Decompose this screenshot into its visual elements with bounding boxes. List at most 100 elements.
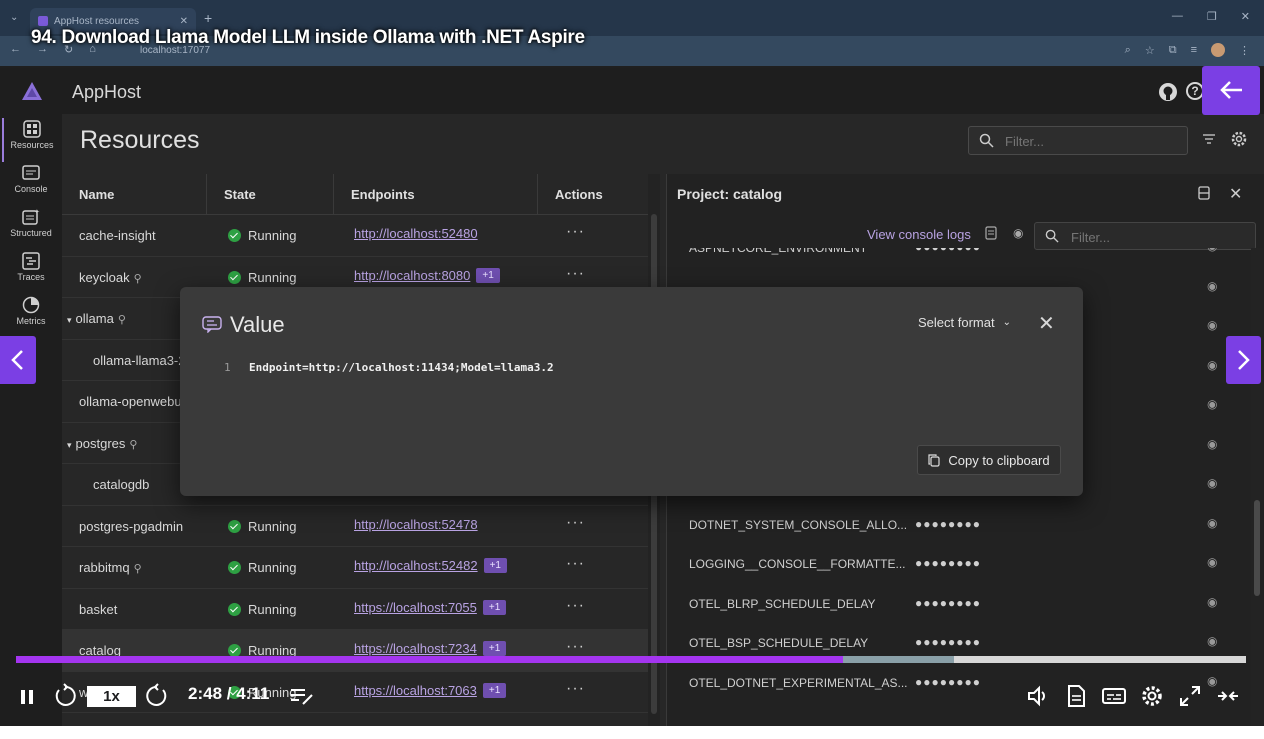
scroll-thumb[interactable] bbox=[1254, 500, 1260, 596]
gear-icon[interactable] bbox=[1230, 130, 1248, 148]
more-actions-icon[interactable]: ··· bbox=[566, 265, 585, 283]
copy-to-clipboard-button[interactable]: Copy to clipboard bbox=[917, 445, 1061, 475]
column-header[interactable]: State bbox=[207, 174, 334, 215]
details-filter[interactable] bbox=[1034, 222, 1256, 250]
side-nav: Resources Console ✦ Structured Traces Me… bbox=[0, 114, 62, 726]
name-cell: ollama-llama3-2 bbox=[93, 353, 185, 368]
eye-icon[interactable]: ◉ bbox=[1207, 476, 1217, 490]
table-row[interactable]: postgres-pgadmin Running http://localhost:… bbox=[62, 506, 648, 547]
chevron-left-icon bbox=[11, 350, 23, 370]
endpoint-link[interactable]: http://localhost:52482 bbox=[354, 558, 478, 573]
maximize-icon[interactable]: ❐ bbox=[1207, 10, 1217, 23]
back-icon[interactable]: ← bbox=[10, 43, 21, 56]
pin-icon: ⚲ bbox=[133, 563, 142, 575]
profile-avatar[interactable] bbox=[1211, 43, 1225, 57]
resource-name: postgres bbox=[75, 435, 126, 451]
pause-icon[interactable] bbox=[18, 688, 36, 706]
eye-icon[interactable]: ◉ bbox=[1207, 248, 1217, 253]
more-actions-icon[interactable]: ··· bbox=[566, 638, 585, 656]
view-console-logs-link[interactable]: View console logs bbox=[867, 227, 971, 242]
state-text: Running bbox=[248, 269, 297, 285]
eye-icon[interactable]: ◉ bbox=[1207, 318, 1217, 332]
more-actions-icon[interactable]: ··· bbox=[566, 514, 585, 532]
next-lecture-button[interactable] bbox=[1226, 336, 1261, 384]
github-icon[interactable] bbox=[1158, 82, 1178, 102]
bookmark-star-icon[interactable]: ☆ bbox=[1145, 44, 1155, 57]
check-circle-icon bbox=[228, 519, 241, 533]
forward-icon[interactable] bbox=[146, 683, 170, 709]
eye-icon[interactable]: ◉ bbox=[1207, 516, 1217, 530]
select-format-dropdown[interactable]: Select format ⌄ bbox=[918, 315, 1011, 330]
split-view-icon[interactable] bbox=[1197, 186, 1211, 200]
browser-tab-title: AppHost resources bbox=[54, 15, 140, 27]
filter-icon[interactable] bbox=[1202, 132, 1216, 146]
eye-icon[interactable]: ◉ bbox=[1207, 634, 1217, 648]
volume-icon[interactable] bbox=[1026, 684, 1050, 708]
browser-menu-icon[interactable]: ⋮ bbox=[1239, 44, 1250, 57]
table-row[interactable]: cache-insight Running http://localhost:524… bbox=[62, 215, 648, 257]
more-actions-icon[interactable]: ··· bbox=[566, 223, 585, 241]
eye-icon[interactable]: ◉ bbox=[1013, 226, 1023, 240]
endpoint-link[interactable]: http://localhost:52480 bbox=[354, 226, 478, 241]
value-dialog: Value Select format ⌄ ✕ 1 Endpoint=http:… bbox=[180, 287, 1083, 496]
more-endpoints-badge[interactable]: +1 bbox=[482, 599, 507, 615]
eye-icon[interactable]: ◉ bbox=[1207, 279, 1217, 293]
new-tab-icon[interactable]: + bbox=[204, 10, 212, 26]
value-text[interactable]: Endpoint=http://localhost:11434;Model=ll… bbox=[249, 361, 554, 374]
endpoint-link[interactable]: https://localhost:7234 bbox=[354, 641, 477, 656]
details-search-input[interactable] bbox=[1071, 228, 1241, 246]
more-endpoints-badge[interactable]: +1 bbox=[482, 641, 507, 656]
table-row[interactable]: rabbitmq ⚲ Running http://localhost:52482 +1… bbox=[62, 547, 648, 589]
nav-resources[interactable]: Resources bbox=[2, 118, 60, 162]
minimize-icon[interactable]: — bbox=[1172, 10, 1183, 23]
table-row[interactable]: catalog Running https://localhost:7234 +1 ··… bbox=[62, 630, 648, 672]
fullscreen-icon[interactable] bbox=[1178, 684, 1202, 708]
dialog-close-icon[interactable]: ✕ bbox=[1038, 311, 1055, 336]
tab-search-icon[interactable]: ⌄ bbox=[10, 12, 18, 23]
window-close-icon[interactable]: ✕ bbox=[1241, 10, 1250, 23]
playback-speed-button[interactable]: 1x bbox=[87, 686, 136, 707]
video-progress-bar[interactable] bbox=[16, 656, 1246, 663]
eye-icon[interactable]: ◉ bbox=[1207, 437, 1217, 451]
state-cell: Running bbox=[228, 602, 296, 617]
more-actions-icon[interactable]: ··· bbox=[566, 555, 585, 573]
endpoint-link[interactable]: http://localhost:8080 bbox=[354, 268, 470, 283]
more-actions-icon[interactable]: ··· bbox=[566, 597, 585, 615]
back-arrow-button[interactable] bbox=[1202, 66, 1260, 115]
search-input[interactable] bbox=[1005, 132, 1175, 150]
endpoint-link[interactable]: https://localhost:7055 bbox=[354, 600, 477, 615]
tab-close-icon[interactable]: ✕ bbox=[180, 16, 188, 27]
more-endpoints-badge[interactable]: +1 bbox=[476, 267, 500, 283]
column-header[interactable]: Endpoints bbox=[334, 174, 538, 215]
eye-icon[interactable]: ◉ bbox=[1207, 358, 1217, 372]
nav-metrics[interactable]: Metrics bbox=[2, 294, 60, 338]
nav-traces[interactable]: Traces bbox=[2, 250, 60, 294]
nav-structured[interactable]: ✦ Structured bbox=[2, 206, 60, 250]
extensions-icon[interactable]: ⧉ bbox=[1169, 44, 1177, 57]
nav-console[interactable]: Console bbox=[2, 162, 60, 206]
media-icon[interactable]: ≡ bbox=[1191, 44, 1197, 56]
column-header[interactable]: Name bbox=[62, 174, 207, 215]
eye-icon[interactable]: ◉ bbox=[1207, 555, 1217, 569]
eye-icon[interactable]: ◉ bbox=[1207, 595, 1217, 609]
settings-icon[interactable] bbox=[1140, 684, 1164, 708]
chevron-down-icon[interactable]: ▾ bbox=[67, 315, 72, 325]
previous-lecture-button[interactable] bbox=[0, 336, 36, 384]
chevron-down-icon[interactable]: ▾ bbox=[67, 440, 72, 450]
document-icon[interactable] bbox=[985, 226, 997, 240]
resource-filter[interactable] bbox=[968, 126, 1188, 155]
add-note-icon[interactable] bbox=[290, 686, 314, 706]
captions-icon[interactable] bbox=[1102, 684, 1126, 708]
metrics-icon bbox=[22, 296, 40, 314]
search-icon bbox=[1045, 229, 1059, 243]
close-icon[interactable]: ✕ bbox=[1229, 184, 1242, 204]
details-scrollbar[interactable] bbox=[1251, 248, 1263, 726]
expand-sidebar-icon[interactable] bbox=[1216, 684, 1240, 708]
zoom-icon[interactable]: ⌕ bbox=[1125, 44, 1131, 57]
rewind-icon[interactable] bbox=[52, 683, 78, 709]
more-endpoints-badge[interactable]: +1 bbox=[483, 558, 507, 573]
endpoint-link[interactable]: http://localhost:52478 bbox=[354, 517, 478, 532]
eye-icon[interactable]: ◉ bbox=[1207, 397, 1217, 411]
table-row[interactable]: basket Running https://localhost:7055 +1 ··· bbox=[62, 589, 648, 630]
transcript-icon[interactable] bbox=[1064, 684, 1088, 708]
